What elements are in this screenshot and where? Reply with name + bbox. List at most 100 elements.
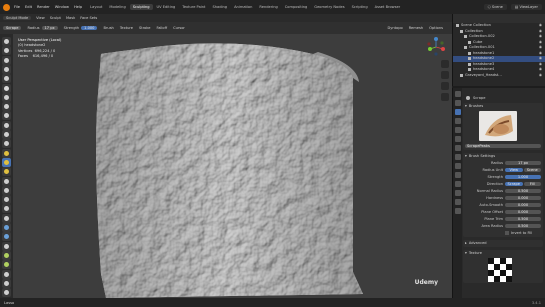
sculpt-tool-16-icon[interactable]: [2, 176, 11, 186]
menu-render[interactable]: Render: [37, 5, 50, 9]
camera-icon[interactable]: [441, 82, 449, 90]
properties-tab-13-icon[interactable]: [454, 199, 461, 205]
tool-menu-brush[interactable]: Brush: [103, 26, 113, 30]
properties-tab-8-icon[interactable]: [454, 154, 461, 160]
sculpt-tool-24-icon[interactable]: [2, 250, 11, 260]
properties-tab-6-icon[interactable]: [454, 136, 461, 142]
properties-tab-11-icon[interactable]: [454, 181, 461, 187]
menu-help[interactable]: Help: [74, 5, 82, 9]
sculpt-tool-3-icon[interactable]: [2, 55, 11, 65]
sculpt-tool-2-icon[interactable]: [2, 46, 11, 56]
sculpt-tool-17-icon[interactable]: [2, 185, 11, 195]
outliner-row-graveyard-headst[interactable]: Graveyard_Headst... ◉: [453, 73, 545, 79]
brush-name-field[interactable]: Scrape: [3, 26, 22, 30]
properties-tab-3-icon[interactable]: [454, 109, 461, 115]
scene-selector[interactable]: ⬡ Scene: [483, 4, 507, 10]
properties-tab-1-icon[interactable]: [454, 91, 461, 97]
sculpt-tool-9-icon[interactable]: [2, 111, 11, 121]
prop-alt-scene[interactable]: Scene: [523, 167, 541, 173]
tab-uv-editing[interactable]: UV Editing: [154, 4, 179, 10]
brush-preview-thumbnail[interactable]: [479, 111, 517, 141]
tab-asset-browser[interactable]: Asset Browser: [372, 4, 404, 10]
header-menu-face-sets[interactable]: Face Sets: [80, 16, 97, 20]
radius-field[interactable]: 17 px: [41, 26, 58, 30]
properties-tab-7-icon[interactable]: [454, 145, 461, 151]
sculpt-tool-20-icon[interactable]: [2, 213, 11, 223]
properties-tab-10-icon[interactable]: [454, 172, 461, 178]
tab-scripting[interactable]: Scripting: [349, 4, 371, 10]
sculpt-tool-5-icon[interactable]: [2, 74, 11, 84]
sculpt-tool-12-icon[interactable]: [2, 139, 11, 149]
prop-field-direction[interactable]: Scrape: [505, 181, 523, 187]
sculpt-tool-13-icon[interactable]: [2, 148, 11, 158]
tab-layout[interactable]: Layout: [87, 4, 105, 10]
sculpt-tool-28-icon[interactable]: [2, 288, 11, 298]
prop-field-hardness[interactable]: 0.000: [505, 195, 541, 201]
sculpt-tool-23-icon[interactable]: [2, 241, 11, 251]
properties-tab-5-icon[interactable]: [454, 127, 461, 133]
brushes-panel[interactable]: ▾ Brushes ScrapePeaks: [463, 103, 543, 150]
prop-field-radius[interactable]: 17 px: [505, 160, 541, 166]
tool-option-options[interactable]: Options: [429, 26, 443, 30]
sculpt-tool-11-icon[interactable]: [2, 130, 11, 139]
menu-window[interactable]: Window: [55, 5, 69, 9]
sculpt-tool-6-icon[interactable]: [2, 83, 11, 93]
sculpt-tool-15-icon[interactable]: [2, 167, 11, 177]
header-menu-mask[interactable]: Mask: [66, 16, 75, 20]
perspective-icon[interactable]: [441, 93, 449, 101]
header-menu-view[interactable]: View: [36, 16, 45, 20]
sculpt-tool-19-icon[interactable]: [2, 204, 11, 214]
brush-settings-panel[interactable]: ▾ Brush Settings Radius 17 px Radius Unit Vi…: [463, 153, 543, 237]
strength-control[interactable]: Strength 1.000: [64, 26, 98, 30]
prop-field-radius-unit[interactable]: View: [505, 167, 523, 173]
tab-geometry-nodes[interactable]: Geometry Nodes: [311, 4, 347, 10]
tab-texture-paint[interactable]: Texture Paint: [179, 4, 208, 10]
prop-field-auto-smooth[interactable]: 0.000: [505, 202, 541, 208]
tool-menu-falloff[interactable]: Falloff: [156, 26, 167, 30]
prop-alt-fill[interactable]: Fill: [523, 181, 541, 187]
sculpt-tool-26-icon[interactable]: [2, 269, 11, 279]
tool-option-remesh[interactable]: Remesh: [409, 26, 423, 30]
advanced-panel[interactable]: ▸ Advanced: [463, 240, 543, 247]
sculpt-tool-27-icon[interactable]: [2, 278, 11, 288]
sculpt-mesh[interactable]: [13, 34, 452, 298]
blender-logo-icon[interactable]: [3, 3, 10, 11]
sculpt-tool-22-icon[interactable]: [2, 232, 11, 242]
brush-name-dropdown[interactable]: ScrapePeaks: [465, 143, 541, 149]
prop-field-normal-radius[interactable]: 0.500: [505, 188, 541, 194]
tab-compositing[interactable]: Compositing: [282, 4, 311, 10]
invert-to-fill-checkbox[interactable]: Invert to Fill: [465, 230, 541, 236]
sculpt-tool-14-icon[interactable]: [2, 157, 11, 167]
prop-field-plane-trim[interactable]: 0.500: [505, 216, 541, 222]
tab-animation[interactable]: Animation: [231, 4, 255, 10]
properties-tab-14-icon[interactable]: [454, 208, 461, 214]
menu-file[interactable]: File: [14, 5, 20, 9]
prop-field-area-radius[interactable]: 0.500: [505, 223, 541, 229]
properties-tab-12-icon[interactable]: [454, 190, 461, 196]
tab-shading[interactable]: Shading: [209, 4, 230, 10]
sculpt-tool-8-icon[interactable]: [2, 102, 11, 112]
3d-viewport[interactable]: User Perspective (Local) (0) headstone2 …: [13, 34, 452, 298]
tab-sculpting[interactable]: Sculpting: [129, 4, 153, 10]
prop-field-strength[interactable]: 1.000: [505, 174, 541, 180]
sculpt-tool-10-icon[interactable]: [2, 120, 11, 130]
tool-menu-texture[interactable]: Texture: [120, 26, 133, 30]
properties-tab-2-icon[interactable]: [454, 100, 461, 106]
texture-checker-icon[interactable]: [487, 258, 513, 282]
checkbox-icon[interactable]: [505, 231, 509, 235]
prop-field-plane-offset[interactable]: 0.000: [505, 209, 541, 215]
properties-tab-4-icon[interactable]: [454, 118, 461, 124]
header-menu-sculpt[interactable]: Sculpt: [50, 16, 61, 20]
sculpt-tool-1-icon[interactable]: [2, 37, 11, 46]
texture-panel[interactable]: ▾ Texture: [463, 250, 543, 283]
zoom-icon[interactable]: [441, 60, 449, 68]
navigation-gizmo-icon[interactable]: [426, 37, 446, 57]
view-layer-selector[interactable]: ▤ ViewLayer: [510, 4, 542, 10]
tab-modeling[interactable]: Modeling: [106, 4, 128, 10]
tool-option-dyntopo[interactable]: Dyntopo: [387, 26, 402, 30]
sculpt-tool-18-icon[interactable]: [2, 195, 11, 205]
sculpt-tool-21-icon[interactable]: [2, 223, 11, 232]
radius-control[interactable]: Radius 17 px: [27, 26, 58, 30]
brush-selector[interactable]: Scrape: [3, 26, 22, 30]
tab-rendering[interactable]: Rendering: [256, 4, 280, 10]
